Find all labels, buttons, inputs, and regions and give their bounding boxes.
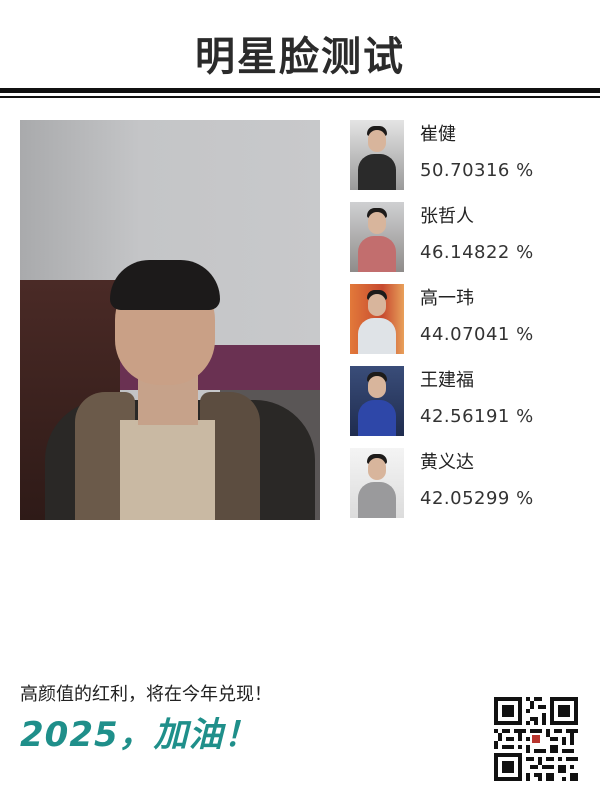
similarity-score: 44.07041 % [420,324,534,345]
celebrity-photo [350,284,404,354]
page-title: 明星脸测试 [195,34,405,80]
match-item[interactable]: 张哲人 46.14822 % [350,202,580,272]
celebrity-photo [350,366,404,436]
celebrity-photo [350,448,404,518]
user-photo [20,120,320,520]
match-item[interactable]: 王建福 42.56191 % [350,366,580,436]
celebrity-photo [350,120,404,190]
similarity-score: 46.14822 % [420,242,534,263]
match-item[interactable]: 崔健 50.70316 % [350,120,580,190]
header-divider-thick [0,88,600,93]
celebrity-name: 崔健 [420,124,456,145]
qr-code[interactable] [494,697,578,781]
similarity-score: 42.56191 % [420,406,534,427]
celebrity-name: 黄义达 [420,452,474,473]
similarity-score: 50.70316 % [420,160,534,181]
match-item[interactable]: 高一玮 44.07041 % [350,284,580,354]
footer-cheer: 2025，加油！ [20,715,259,755]
celebrity-photo [350,202,404,272]
header-divider-thin [0,96,600,98]
celebrity-name: 张哲人 [420,206,474,227]
similarity-score: 42.05299 % [420,488,534,509]
celebrity-name: 高一玮 [420,288,474,309]
celebrity-name: 王建福 [420,370,474,391]
footer-slogan: 高颜值的红利，将在今年兑现！ [20,684,272,705]
match-item[interactable]: 黄义达 42.05299 % [350,448,580,518]
